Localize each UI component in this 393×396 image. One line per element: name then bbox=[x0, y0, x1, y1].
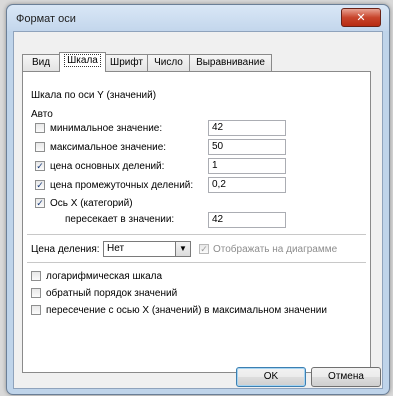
auto-label: Авто bbox=[31, 109, 53, 120]
tab-number[interactable]: Число bbox=[147, 54, 190, 71]
divider bbox=[27, 234, 366, 235]
max-auto-checkbox[interactable] bbox=[35, 142, 45, 152]
display-units-label: Цена деления: bbox=[31, 244, 100, 255]
reverse-order-checkbox[interactable] bbox=[31, 288, 41, 298]
major-value-field[interactable]: 1 bbox=[208, 158, 286, 174]
major-unit-checkbox[interactable]: ✓ bbox=[35, 161, 45, 171]
minor-value-field[interactable]: 0,2 bbox=[208, 177, 286, 193]
scale-panel: Шкала по оси Y (значений) Авто минимальн… bbox=[22, 71, 371, 373]
divider bbox=[27, 262, 366, 263]
crosses-at-label: пересекает в значении: bbox=[65, 214, 175, 225]
show-units-checkbox: ✓ bbox=[199, 244, 209, 254]
minor-label: цена промежуточных делений: bbox=[50, 180, 194, 191]
reverse-order-label: обратный порядок значений bbox=[46, 288, 178, 299]
log-scale-checkbox[interactable] bbox=[31, 271, 41, 281]
display-units-select[interactable]: Нет ▼ bbox=[103, 241, 191, 257]
dialog-title: Формат оси bbox=[16, 13, 76, 25]
close-icon: ✕ bbox=[356, 11, 366, 24]
cross-at-max-label: пересечение с осью X (значений) в максим… bbox=[46, 305, 327, 316]
display-units-value: Нет bbox=[107, 243, 125, 254]
format-axis-dialog: Формат оси ✕ Вид Шкала Шрифт Число Вырав… bbox=[6, 4, 390, 395]
x-axis-label: Ось X (категорий) bbox=[50, 198, 133, 209]
tab-scale[interactable]: Шкала bbox=[59, 52, 106, 72]
major-label: цена основных делений: bbox=[50, 161, 165, 172]
x-axis-crosses-checkbox[interactable]: ✓ bbox=[35, 198, 45, 208]
chevron-down-icon[interactable]: ▼ bbox=[175, 242, 190, 256]
checkmark-icon: ✓ bbox=[36, 180, 44, 190]
ok-button[interactable]: OK bbox=[236, 367, 306, 387]
min-auto-checkbox[interactable] bbox=[35, 123, 45, 133]
scale-heading: Шкала по оси Y (значений) bbox=[31, 90, 157, 101]
crosses-at-field[interactable]: 42 bbox=[208, 212, 286, 228]
cancel-button[interactable]: Отмена bbox=[311, 367, 381, 387]
dialog-client: Вид Шкала Шрифт Число Выравнивание Шкала… bbox=[13, 31, 383, 389]
checkmark-icon: ✓ bbox=[200, 244, 208, 254]
min-value-field[interactable]: 42 bbox=[208, 120, 286, 136]
minor-unit-checkbox[interactable]: ✓ bbox=[35, 180, 45, 190]
title-bar[interactable]: Формат оси ✕ bbox=[7, 5, 389, 31]
checkmark-icon: ✓ bbox=[36, 198, 44, 208]
min-label: минимальное значение: bbox=[50, 123, 163, 134]
max-label: максимальное значение: bbox=[50, 142, 167, 153]
max-value-field[interactable]: 50 bbox=[208, 139, 286, 155]
tab-alignment[interactable]: Выравнивание bbox=[189, 54, 272, 71]
close-button[interactable]: ✕ bbox=[341, 8, 381, 27]
log-scale-label: логарифмическая шкала bbox=[46, 271, 163, 282]
checkmark-icon: ✓ bbox=[36, 161, 44, 171]
tab-font[interactable]: Шрифт bbox=[105, 54, 148, 71]
tab-view[interactable]: Вид bbox=[22, 54, 60, 71]
cross-at-max-checkbox[interactable] bbox=[31, 305, 41, 315]
show-units-label: Отображать на диаграмме bbox=[213, 244, 338, 255]
